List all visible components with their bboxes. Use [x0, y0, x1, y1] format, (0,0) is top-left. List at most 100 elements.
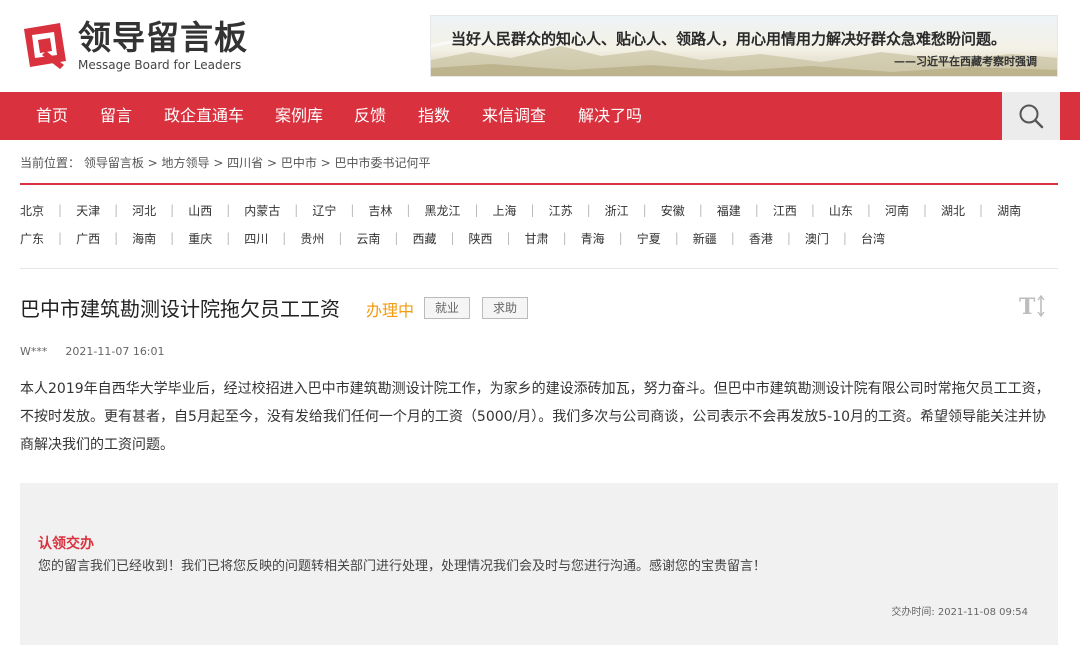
region-link[interactable]: 青海 [581, 230, 605, 247]
nav-item-survey[interactable]: 来信调查 [482, 92, 546, 140]
region-link[interactable]: 河北 [132, 202, 156, 219]
region-separator: | [474, 203, 479, 217]
region-separator: | [406, 203, 411, 217]
region-separator: | [58, 203, 63, 217]
region-link[interactable]: 澳门 [805, 230, 829, 247]
region-link[interactable]: 宁夏 [637, 230, 661, 247]
region-separator: | [226, 231, 231, 245]
font-size-button[interactable]: T [1018, 292, 1050, 320]
logo-title: 领导留言板 [78, 18, 248, 57]
logo-subtitle: Message Board for Leaders [78, 58, 242, 72]
banner-source: ——习近平在西藏考察时强调 [894, 55, 1037, 68]
region-link[interactable]: 西藏 [412, 230, 436, 247]
region-list: 北京 | 天津 | 河北 | 山西 | 内蒙古 | 辽宁 | 吉林 | 黑龙江 | 上海 | 江苏… [20, 196, 1060, 252]
region-link[interactable]: 江苏 [549, 202, 573, 219]
region-link[interactable]: 天津 [76, 202, 100, 219]
nav-item-gov-enterprise[interactable]: 政企直通车 [164, 92, 244, 140]
site-logo[interactable]: 领导留言板 Message Board for Leaders [20, 18, 260, 74]
region-separator: | [58, 231, 63, 245]
region-separator: | [586, 203, 591, 217]
tag-help[interactable]: 求助 [482, 297, 529, 319]
region-link[interactable]: 吉林 [368, 202, 392, 219]
region-separator: | [170, 231, 175, 245]
region-separator: | [226, 203, 231, 217]
region-row: 广东 | 广西 | 海南 | 重庆 | 四川 | 贵州 | 云南 | 西藏 | 陕西 | 甘肃 | … [20, 224, 1060, 252]
region-separator: | [618, 231, 623, 245]
region-link[interactable]: 湖北 [941, 202, 965, 219]
region-link[interactable]: 四川 [244, 230, 268, 247]
region-separator: | [754, 203, 759, 217]
region-link[interactable]: 河南 [885, 202, 909, 219]
region-link[interactable]: 广东 [20, 230, 44, 247]
tag-employment[interactable]: 就业 [424, 297, 471, 319]
region-row: 北京 | 天津 | 河北 | 山西 | 内蒙古 | 辽宁 | 吉林 | 黑龙江 | 上海 | 江苏… [20, 196, 1060, 224]
main-nav: 首页 留言 政企直通车 案例库 反馈 指数 来信调查 解决了吗 [0, 92, 1080, 140]
region-link[interactable]: 安徽 [661, 202, 685, 219]
region-separator: | [282, 231, 287, 245]
region-separator: | [350, 203, 355, 217]
logo-mark-icon [20, 21, 72, 71]
region-separator: | [698, 203, 703, 217]
region-link[interactable]: 福建 [717, 202, 741, 219]
region-separator: | [114, 231, 119, 245]
region-link[interactable]: 山西 [188, 202, 212, 219]
banner-motto: 当好人民群众的知心人、贴心人、领路人，用心用情用力解决好群众急难愁盼问题。 [451, 30, 1007, 48]
region-separator: | [170, 203, 175, 217]
post-title: 巴中市建筑勘测设计院拖欠员工工资 [20, 297, 340, 321]
region-link[interactable]: 贵州 [300, 230, 324, 247]
region-link[interactable]: 湖南 [997, 202, 1021, 219]
region-separator: | [674, 231, 679, 245]
region-link[interactable]: 黑龙江 [424, 202, 460, 219]
search-icon [1019, 104, 1044, 129]
region-separator: | [979, 203, 984, 217]
reply-time: 交办时间: 2021-11-08 09:54 [891, 607, 1028, 618]
post-author: W*** [20, 345, 48, 358]
region-link[interactable]: 重庆 [188, 230, 212, 247]
region-link[interactable]: 陕西 [469, 230, 493, 247]
region-separator: | [642, 203, 647, 217]
nav-item-home[interactable]: 首页 [36, 92, 68, 140]
region-separator: | [114, 203, 119, 217]
post-meta: W*** 2021-11-07 16:01 [20, 345, 165, 358]
region-link[interactable]: 北京 [20, 202, 44, 219]
font-size-icon: T [1019, 294, 1045, 320]
region-separator: | [922, 203, 927, 217]
site-header: 领导留言板 Message Board for Leaders 当好人民群众的知… [0, 0, 1080, 92]
region-link[interactable]: 辽宁 [312, 202, 336, 219]
region-separator: | [786, 231, 791, 245]
breadcrumb-divider [20, 183, 1058, 185]
region-separator: | [394, 231, 399, 245]
breadcrumb: 当前位置： 领导留言板 > 地方领导 > 四川省 > 巴中市 > 巴中市委书记何… [20, 156, 431, 170]
slogan-banner: 当好人民群众的知心人、贴心人、领路人，用心用情用力解决好群众急难愁盼问题。 ——… [430, 15, 1058, 77]
region-link[interactable]: 山东 [829, 202, 853, 219]
region-link[interactable]: 海南 [132, 230, 156, 247]
region-separator: | [338, 231, 343, 245]
region-link[interactable]: 香港 [749, 230, 773, 247]
nav-item-index[interactable]: 指数 [418, 92, 450, 140]
region-separator: | [506, 231, 511, 245]
search-button[interactable] [1002, 92, 1060, 140]
svg-text:T: T [1019, 294, 1036, 320]
nav-item-feedback[interactable]: 反馈 [354, 92, 386, 140]
region-link[interactable]: 台湾 [861, 230, 885, 247]
region-separator: | [294, 203, 299, 217]
region-separator: | [810, 203, 815, 217]
region-link[interactable]: 云南 [356, 230, 380, 247]
region-link[interactable]: 广西 [76, 230, 100, 247]
region-separator: | [842, 231, 847, 245]
region-link[interactable]: 新疆 [693, 230, 717, 247]
status-badge: 办理中 [366, 301, 415, 320]
region-separator: | [730, 231, 735, 245]
region-separator: | [562, 231, 567, 245]
post-body: 本人2019年自西华大学毕业后，经过校招进入巴中市建筑勘测设计院工作，为家乡的建… [20, 381, 1050, 453]
region-link[interactable]: 江西 [773, 202, 797, 219]
region-link[interactable]: 甘肃 [525, 230, 549, 247]
region-divider [20, 268, 1058, 269]
region-link[interactable]: 浙江 [605, 202, 629, 219]
nav-item-resolved[interactable]: 解决了吗 [578, 92, 642, 140]
nav-item-case-library[interactable]: 案例库 [275, 92, 323, 140]
reply-title: 认领交办 [38, 536, 94, 552]
region-link[interactable]: 内蒙古 [244, 202, 280, 219]
region-link[interactable]: 上海 [493, 202, 517, 219]
nav-item-message[interactable]: 留言 [100, 92, 132, 140]
